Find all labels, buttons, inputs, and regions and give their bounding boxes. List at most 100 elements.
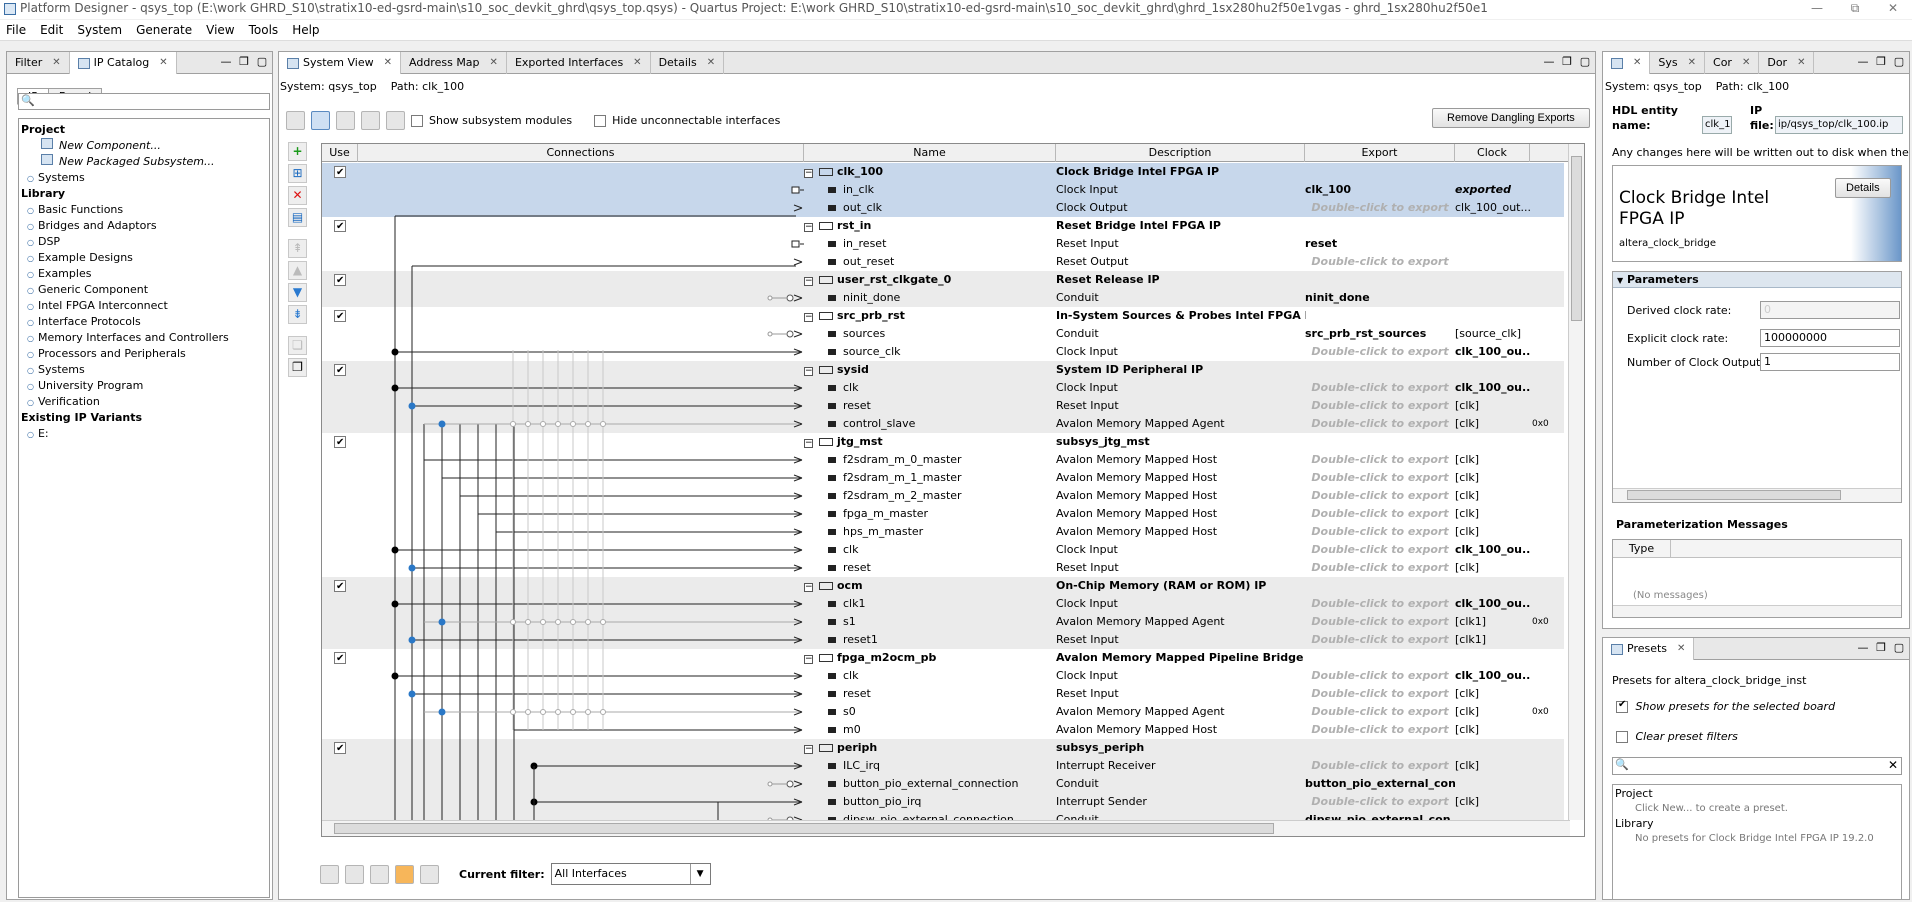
expand-icon[interactable]: ○ <box>27 398 34 407</box>
conduit-dot[interactable] <box>767 781 773 787</box>
arrow-icon[interactable] <box>793 333 803 338</box>
name-cell[interactable]: source_clk <box>804 343 1064 361</box>
potential-dot[interactable] <box>600 709 606 715</box>
clock-cell[interactable]: clk_100_ou... <box>1455 379 1530 397</box>
add-icon[interactable]: + <box>288 142 307 161</box>
minimize-icon[interactable]: — <box>1857 55 1869 68</box>
tree-item[interactable]: ○ Bridges and Adaptors <box>21 218 269 234</box>
clear-filters-checkbox[interactable] <box>1616 731 1628 743</box>
export-cell[interactable]: Double-click to export <box>1305 721 1455 739</box>
column-use[interactable]: Use <box>322 144 358 162</box>
expand-icon[interactable]: ○ <box>27 238 34 247</box>
move-up-icon[interactable] <box>361 111 380 130</box>
close-button[interactable]: ✕ <box>1874 0 1912 19</box>
tree-section[interactable]: Project <box>21 122 269 138</box>
move-top-icon[interactable]: ⇞ <box>288 239 307 258</box>
export-cell[interactable]: Double-click to export <box>1305 379 1455 397</box>
export-cell[interactable]: clk_100 <box>1305 181 1455 199</box>
connection-dot[interactable] <box>391 348 399 356</box>
potential-dot[interactable] <box>600 421 606 427</box>
name-cell[interactable]: control_slave <box>804 415 1064 433</box>
connection-dot[interactable] <box>391 384 399 392</box>
potential-dot[interactable] <box>540 709 546 715</box>
tree-item[interactable]: ○ Systems <box>21 362 269 378</box>
chevron-down-icon[interactable]: ▼ <box>689 864 710 884</box>
export-cell[interactable]: Double-click to export <box>1305 199 1455 217</box>
column-connections[interactable]: Connections <box>358 144 804 162</box>
expand-icon[interactable]: ○ <box>27 174 34 183</box>
potential-dot[interactable] <box>600 619 606 625</box>
conduit-dot[interactable] <box>767 331 773 337</box>
vertical-scrollbar[interactable] <box>1568 144 1584 820</box>
arrow-icon[interactable] <box>793 204 803 209</box>
clock-cell[interactable]: clk_100_ou... <box>1455 541 1530 559</box>
export-cell[interactable]: src_prb_rst_sources <box>1305 325 1455 343</box>
menu-system[interactable]: System <box>71 23 130 37</box>
potential-dot[interactable] <box>525 421 531 427</box>
clock-cell[interactable]: clk_100_ou... <box>1455 343 1530 361</box>
name-cell[interactable]: out_clk <box>804 199 1064 217</box>
reset-dot[interactable] <box>408 402 416 410</box>
presets-search-input[interactable]: 🔍 ✕ <box>1612 757 1902 775</box>
tab-parameters[interactable]: ✕ <box>1603 52 1651 74</box>
close-icon[interactable]: ✕ <box>707 53 715 73</box>
maximize-icon[interactable]: ▢ <box>256 55 268 68</box>
clear-filter-icon[interactable] <box>420 864 439 884</box>
tree-item[interactable]: ○ Systems <box>21 170 269 186</box>
tree-item[interactable]: ○ Basic Functions <box>21 202 269 218</box>
collapse-icon[interactable]: − <box>804 439 813 448</box>
tree-item[interactable]: ○ Verification <box>21 394 269 410</box>
messages-type-column[interactable]: Type <box>1613 540 1671 558</box>
name-cell[interactable]: out_reset <box>804 253 1064 271</box>
move-bottom-icon[interactable]: ⇟ <box>288 305 307 324</box>
export-cell[interactable]: Double-click to export <box>1305 595 1455 613</box>
scrollbar-thumb[interactable] <box>334 823 1274 834</box>
expand-icon[interactable]: ○ <box>27 430 34 439</box>
export-cell[interactable]: button_pio_external_con... <box>1305 775 1455 793</box>
potential-dot[interactable] <box>570 619 576 625</box>
show-presets-checkbox[interactable] <box>1616 699 1628 713</box>
connection-dot[interactable] <box>391 600 399 608</box>
conduit-dot[interactable] <box>767 295 773 301</box>
tree-item[interactable]: ○ Examples <box>21 266 269 282</box>
use-checkbox[interactable] <box>334 578 346 595</box>
connection-dot[interactable] <box>438 618 446 626</box>
expand-icon[interactable]: ○ <box>27 302 34 311</box>
menu-file[interactable]: File <box>0 23 34 37</box>
tab-component[interactable]: Cor ✕ <box>1705 52 1760 74</box>
tab-details[interactable]: Details ✕ <box>651 52 725 74</box>
export-cell[interactable]: Double-click to export <box>1305 253 1455 271</box>
reset-dot[interactable] <box>408 564 416 572</box>
hide-unconnectable-checkbox[interactable] <box>594 114 607 127</box>
clock-cell[interactable]: [clk] <box>1455 721 1530 739</box>
clock-cell[interactable]: [clk] <box>1455 523 1530 541</box>
export-cell[interactable]: Double-click to export <box>1305 397 1455 415</box>
connection-dot[interactable] <box>438 420 446 428</box>
tree-section[interactable]: Library <box>21 186 269 202</box>
base-address-cell[interactable]: 0x0 <box>1532 703 1564 721</box>
name-cell[interactable]: reset1 <box>804 631 1064 649</box>
close-icon[interactable]: ✕ <box>1677 639 1685 659</box>
horizontal-scrollbar[interactable] <box>322 820 1570 836</box>
name-cell[interactable]: clk1 <box>804 595 1064 613</box>
connection-dot[interactable] <box>438 708 446 716</box>
name-cell[interactable]: clk <box>804 541 1064 559</box>
export-marker[interactable] <box>791 240 800 248</box>
tab-ip-catalog[interactable]: IP Catalog ✕ <box>69 52 177 74</box>
clock-cell[interactable]: [clk] <box>1455 793 1530 811</box>
expand-icon[interactable]: ○ <box>27 318 34 327</box>
clock-cell[interactable]: clk_100_ou... <box>1455 667 1530 685</box>
clock-cell[interactable]: [clk] <box>1455 505 1530 523</box>
export-cell[interactable]: Double-click to export <box>1305 631 1455 649</box>
settings-icon[interactable] <box>386 111 405 130</box>
maximize-icon[interactable]: ▢ <box>1893 641 1905 654</box>
ip-file-field[interactable]: ip/qsys_top/clk_100.ip <box>1775 116 1903 134</box>
float-icon[interactable]: ❐ <box>1561 55 1573 68</box>
messages-hscrollbar[interactable] <box>1613 605 1901 617</box>
filter-reset-icon[interactable] <box>345 864 364 884</box>
expand-icon[interactable]: ○ <box>27 334 34 343</box>
potential-dot[interactable] <box>510 421 516 427</box>
expand-icon[interactable]: ○ <box>27 270 34 279</box>
remove-icon[interactable]: ✕ <box>288 186 307 205</box>
export-cell[interactable]: Double-click to export <box>1305 685 1455 703</box>
